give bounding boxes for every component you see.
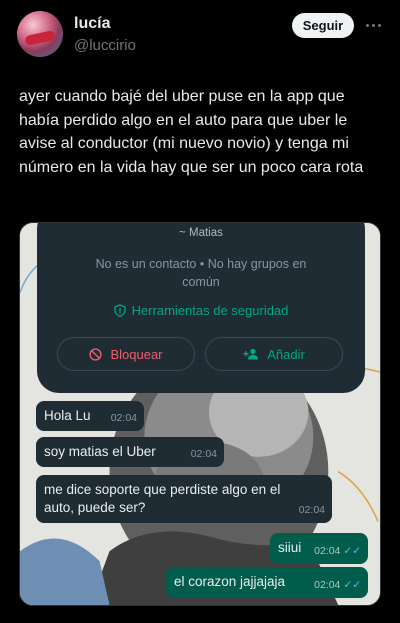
block-icon: [89, 347, 103, 361]
follow-button[interactable]: Seguir: [292, 13, 354, 38]
double-check-icon: ✓✓: [343, 545, 361, 557]
block-label: Bloquear: [110, 346, 163, 362]
message-time: 02:04: [298, 504, 325, 516]
add-contact-button[interactable]: Añadir: [205, 337, 343, 371]
block-button[interactable]: Bloquear: [57, 337, 195, 371]
message-bubble: me dice soporte que perdiste algo en el …: [36, 475, 332, 523]
message-time: 02:04: [190, 448, 217, 460]
add-label: Añadir: [267, 346, 305, 362]
message-bubble: siiui 02:04 ✓✓: [270, 533, 368, 564]
add-person-icon: [243, 348, 259, 360]
message-bubble: soy matias el Uber 02:04: [36, 437, 224, 467]
author-handle[interactable]: @luccirio: [74, 37, 136, 54]
message-text: Hola Lu: [44, 408, 91, 423]
author-avatar[interactable]: [17, 11, 63, 57]
shield-icon: [113, 304, 126, 317]
message-text: el corazon jajjajaja: [174, 574, 286, 589]
message-text: soy matias el Uber: [44, 444, 156, 459]
contact-name: ~ Matias: [179, 227, 223, 239]
contact-card: ~ Matias No es un contacto • No hay grup…: [37, 223, 365, 393]
message-time: 02:04: [314, 579, 341, 591]
message-text: me dice soporte que perdiste algo en el …: [44, 482, 281, 515]
security-tools-label: Herramientas de seguridad: [131, 303, 289, 318]
more-icon[interactable]: [362, 14, 384, 36]
tweet-text: ayer cuando bajé del uber puse en la app…: [19, 88, 364, 176]
double-check-icon: ✓✓: [343, 579, 361, 591]
message-text: siiui: [278, 540, 302, 555]
security-tools-link[interactable]: Herramientas de seguridad: [37, 303, 365, 318]
contact-subtitle: No es un contacto • No hay grupos en com…: [95, 257, 307, 289]
message-bubble: Hola Lu 02:04: [36, 401, 144, 431]
message-bubble: el corazon jajjajaja 02:04 ✓✓: [166, 567, 368, 598]
message-time: 02:04: [314, 545, 341, 557]
author-name[interactable]: lucía: [74, 15, 110, 33]
tweet-media[interactable]: ~ Matias No es un contacto • No hay grup…: [19, 222, 381, 606]
message-time: 02:04: [110, 412, 137, 424]
